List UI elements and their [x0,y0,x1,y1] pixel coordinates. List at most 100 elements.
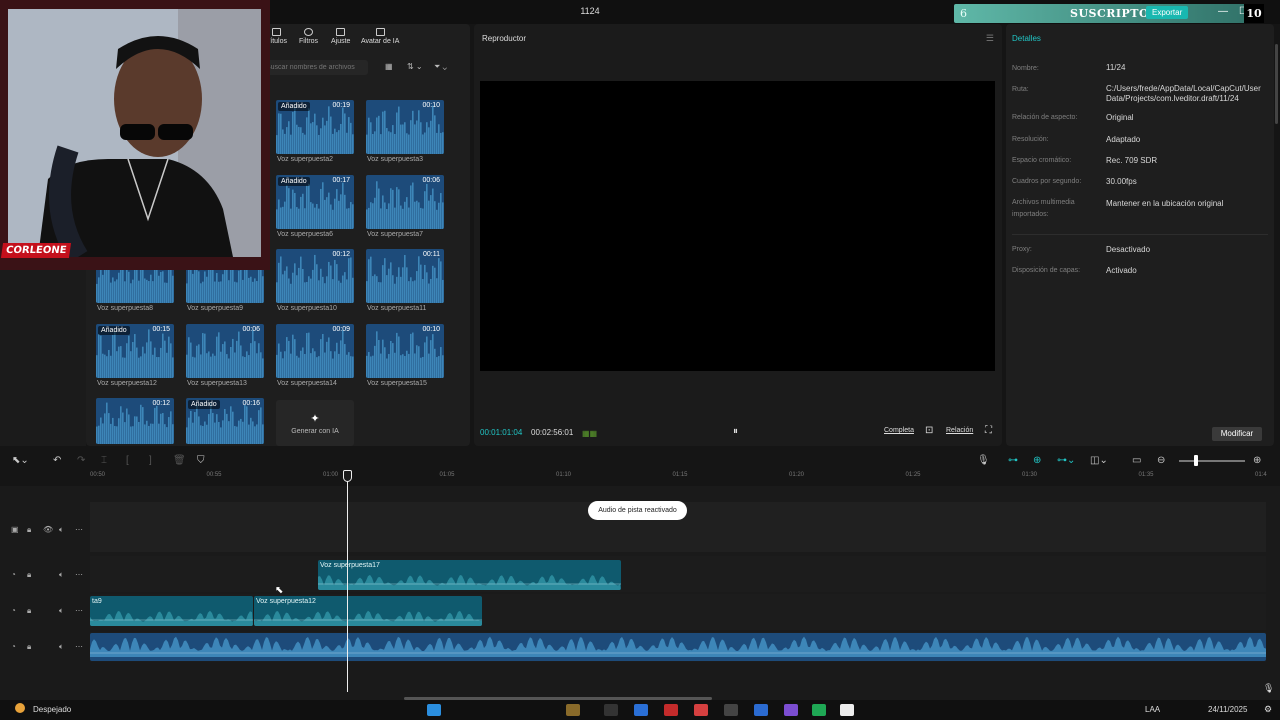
media-thumbnail[interactable]: 00:06 [366,175,444,229]
language-indicator[interactable]: LAA [1145,705,1160,714]
media-thumbnail[interactable]: 00:12 [96,398,174,444]
full-button[interactable]: Completa [884,427,914,434]
pause-icon[interactable]: ⏸ [733,426,738,437]
export-button[interactable]: Exportar [1146,6,1189,19]
clip-waveform [254,610,482,626]
track-more-icon[interactable]: ⋯ [75,570,83,579]
track-eye-icon[interactable]: 👁︎ [43,525,53,534]
playhead-handle[interactable] [343,470,352,482]
start-icon[interactable] [427,704,441,716]
ruler-tick-label: 01:35 [1138,472,1154,478]
details-panel: Detalles Nombre: 11/24 Ruta: C:/Users/fr… [1006,24,1274,446]
grid-view-icon[interactable]: ▦ [385,62,393,71]
microphone-icon[interactable]: 🎙 [977,455,990,466]
track-more-icon[interactable]: ⋯ [75,642,83,651]
track-more-icon[interactable]: ⋯ [75,525,83,534]
clip-voz-9[interactable]: ta9 [90,596,253,626]
zoom-slider[interactable] [1179,460,1245,462]
media-thumbnail[interactable]: 00:11 [366,249,444,303]
detail-value-resolution: Adaptado [1106,135,1141,144]
app-icon[interactable] [754,704,768,716]
media-thumbnail[interactable]: 00:15 Añadido [96,324,174,378]
track-lock-icon[interactable]: 🔒︎ [27,570,31,580]
clip-main-audio[interactable] [90,633,1266,661]
media-duration: 00:06 [422,177,440,184]
crop-icon[interactable]: ⊡ [925,425,933,436]
generate-ai-button[interactable]: ✦ Generar con IA [276,400,354,446]
app-icon[interactable] [784,704,798,716]
track-audio-icon[interactable]: ◔ [11,570,16,579]
notification-icon[interactable]: ⚙ [1264,704,1272,715]
clip-voz-12[interactable]: Voz superpuesta12 [254,596,482,626]
zoom-in-icon[interactable]: ⊕ [1253,455,1261,466]
minimize-icon[interactable]: — [1218,6,1228,17]
media-label: Voz superpuesta6 [277,231,334,238]
media-thumbnail[interactable]: 00:19 Añadido [276,100,354,154]
app-icon[interactable] [724,704,738,716]
undo-icon[interactable]: ↶ [53,455,61,466]
track-cover-icon[interactable]: ▣ [11,525,19,534]
clip-voz-17[interactable]: Voz superpuesta17 [318,560,621,590]
caption-icon[interactable]: ▭ [1132,455,1141,466]
menu-icon[interactable]: ☰ [986,33,994,44]
app-icon[interactable] [664,704,678,716]
redo-icon[interactable]: ↷ [77,455,85,466]
modify-button[interactable]: Modificar [1212,427,1262,441]
playhead[interactable] [347,470,348,692]
media-thumbnail[interactable]: 00:16 Añadido [186,398,264,444]
app-icon[interactable] [694,704,708,716]
media-thumbnail[interactable]: 00:10 [366,100,444,154]
track-speaker-icon[interactable]: 🔈︎ [59,570,64,580]
sparkle-icon: ✦ [310,413,320,425]
link-icon[interactable]: ⊶⌄ [1057,455,1075,466]
track-audio-icon[interactable]: ◔ [11,606,16,615]
track-lock-icon[interactable]: 🔒︎ [27,642,31,652]
fullscreen-icon[interactable]: ⛶ [985,425,992,436]
delete-icon[interactable]: 🗑 [173,455,186,466]
date-text[interactable]: 24/11/2025 [1208,705,1247,714]
preview-axis-icon[interactable]: ◫⌄ [1090,455,1108,466]
media-thumbnail[interactable]: 00:06 [186,324,264,378]
track-audio-icon[interactable]: ◔ [11,642,16,651]
zoom-out-icon[interactable]: ⊖ [1157,455,1165,466]
player-screen[interactable] [480,81,995,371]
media-thumbnail[interactable]: 00:17 Añadido [276,175,354,229]
app-icon[interactable] [812,704,826,716]
ratio-button[interactable]: Relación [946,427,973,434]
track-more-icon[interactable]: ⋯ [75,606,83,615]
shield-icon[interactable]: ⛉ [197,455,205,466]
track-speaker-icon[interactable]: 🔈︎ [59,525,64,535]
track-lock-icon[interactable]: 🔒︎ [27,606,31,616]
details-scrollbar[interactable] [1275,44,1278,124]
track-speaker-icon[interactable]: 🔈︎ [59,606,64,616]
media-label: Voz superpuesta11 [367,305,427,312]
app-icon[interactable] [604,704,618,716]
track-speaker-icon[interactable]: 🔈︎ [59,642,64,652]
split-right-icon[interactable]: ] [149,455,152,466]
tab-adjust[interactable]: Ajuste [331,28,350,45]
search-input[interactable] [262,60,368,75]
split-icon[interactable]: ⌶ [101,455,107,466]
magnet-icon[interactable]: ⊕ [1033,455,1041,466]
select-tool-icon[interactable]: ⬉⌄ [12,455,29,466]
app-icon[interactable] [634,704,648,716]
media-duration: 00:12 [332,251,350,258]
link-main-icon[interactable]: ⊶ [1008,455,1018,466]
mic-icon[interactable]: 🎙 [1263,683,1274,694]
media-thumbnail[interactable]: 00:09 [276,324,354,378]
sort-icon[interactable]: ⇅ ⌄ [407,62,423,71]
clip-waveform [90,610,253,626]
waveform-toggle-icon[interactable]: ▦▦ [582,429,597,438]
capcut-icon[interactable] [840,704,854,716]
filter-icon[interactable]: ⏷ ⌄ [434,62,447,72]
media-thumbnail[interactable]: 00:12 [276,249,354,303]
media-duration: 00:15 [152,326,170,333]
app-icon[interactable] [566,704,580,716]
track-audio-1[interactable] [90,556,1266,592]
tab-ai-avatar[interactable]: Avatar de IA [361,28,399,45]
track-lock-icon[interactable]: 🔒︎ [27,525,31,535]
tab-filters[interactable]: Filtros [299,28,318,45]
zoom-slider-handle[interactable] [1194,455,1198,466]
split-left-icon[interactable]: [ [126,455,129,466]
media-thumbnail[interactable]: 00:10 [366,324,444,378]
